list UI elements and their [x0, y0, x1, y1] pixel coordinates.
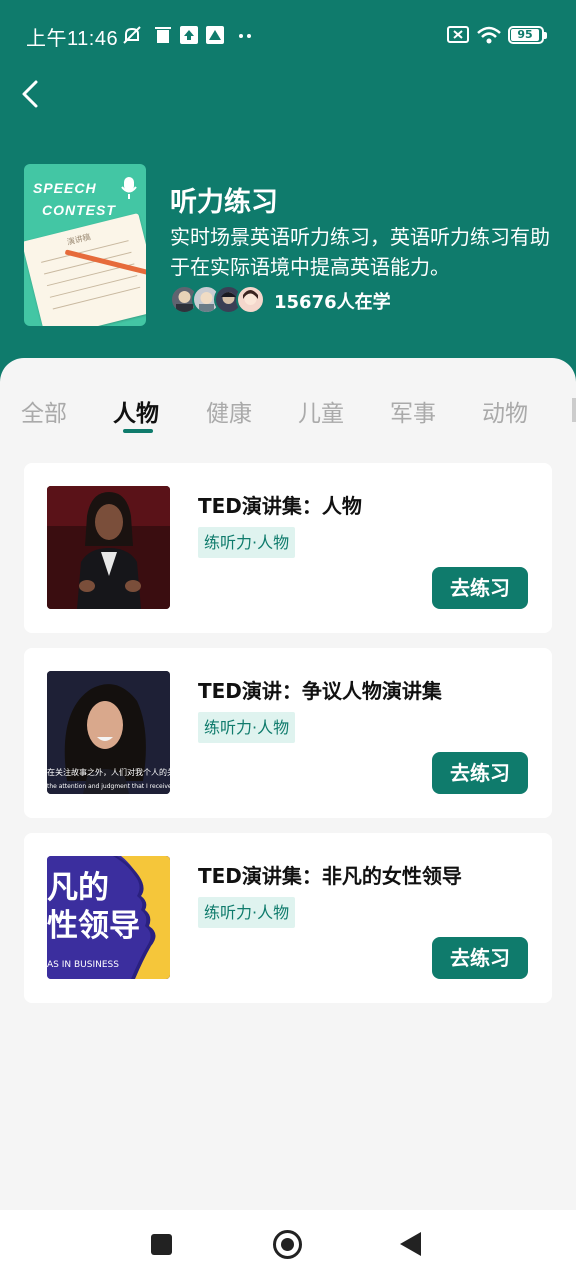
- trash-icon: [155, 27, 171, 43]
- cover-line-2: CONTEST: [42, 202, 116, 218]
- tab-children[interactable]: 儿童: [298, 394, 344, 428]
- practice-button[interactable]: 去练习: [432, 752, 528, 794]
- tab-people[interactable]: 人物: [113, 394, 159, 428]
- learner-count: 15676人在学: [274, 292, 391, 313]
- app-icon: [206, 26, 224, 44]
- practice-button[interactable]: 去练习: [432, 567, 528, 609]
- avatar: [236, 285, 265, 314]
- course-cover-image: SPEECH CONTEST 演讲稿: [24, 164, 146, 326]
- bell-muted-icon: [123, 26, 141, 44]
- thumbnail-subtitle-cn: 在关注故事之外，人们对我个人的关注: [47, 768, 170, 777]
- thumbnail-text-1: 凡的: [47, 870, 109, 906]
- course-card[interactable]: TED演讲集：人物 练听力·人物 去练习: [24, 463, 552, 633]
- thumbnail-subtitle-en: the attention and judgment that I receiv…: [47, 783, 170, 790]
- course-card-tag: 练听力·人物: [198, 897, 296, 928]
- more-dots-icon: [239, 34, 251, 38]
- practice-button[interactable]: 去练习: [432, 937, 528, 979]
- course-title: 听力练习: [170, 187, 278, 218]
- tab-next-hint: [572, 398, 576, 422]
- status-time: 上午11:46: [26, 28, 119, 50]
- tab-military[interactable]: 军事: [390, 394, 436, 428]
- course-description: 实时场景英语听力练习，英语听力练习有助于在实际语境中提高英语能力。: [170, 225, 550, 279]
- course-card[interactable]: 凡的 性领导 AS IN BUSINESS TED演讲集：非凡的女性领导 练听力…: [24, 833, 552, 1003]
- tab-health[interactable]: 健康: [206, 394, 252, 428]
- home-icon[interactable]: [273, 1230, 302, 1259]
- microphone-icon: [121, 177, 137, 199]
- tab-animals[interactable]: 动物: [482, 394, 528, 428]
- course-thumbnail: 在关注故事之外，人们对我个人的关注 the attention and judg…: [47, 671, 170, 794]
- sim-off-icon: [447, 26, 469, 43]
- course-thumbnail: [47, 486, 170, 609]
- category-tabs: 全部 人物 健康 儿童 军事 动物: [0, 358, 576, 448]
- battery-icon: 95: [508, 26, 547, 44]
- battery-level: 95: [511, 29, 539, 41]
- learner-avatars: [170, 285, 270, 315]
- back-button[interactable]: [14, 74, 50, 114]
- thumbnail-text-2: 性领导: [47, 908, 140, 944]
- tab-all[interactable]: 全部: [21, 394, 67, 428]
- course-card-tag: 练听力·人物: [198, 712, 296, 743]
- back-icon[interactable]: [400, 1232, 421, 1256]
- cover-paper-text: 演讲稿: [66, 232, 92, 247]
- cover-line-1: SPEECH: [33, 180, 97, 196]
- thumbnail-small-text: AS IN BUSINESS: [47, 960, 119, 970]
- upload-icon: [180, 26, 198, 44]
- course-card-tag: 练听力·人物: [198, 527, 296, 558]
- course-card-title: TED演讲：争议人物演讲集: [198, 679, 442, 703]
- status-bar: 上午11:46 95: [0, 0, 576, 72]
- content-panel: 全部 人物 健康 儿童 军事 动物 TED演讲集：人物 练听力·人物 去练习 在…: [0, 358, 576, 1210]
- active-tab-indicator: [123, 429, 153, 433]
- wifi-icon: [477, 26, 501, 44]
- system-nav-bar: [0, 1210, 576, 1280]
- course-card[interactable]: 在关注故事之外，人们对我个人的关注 the attention and judg…: [24, 648, 552, 818]
- course-card-title: TED演讲集：非凡的女性领导: [198, 864, 462, 888]
- recent-apps-icon[interactable]: [151, 1234, 172, 1255]
- course-thumbnail: 凡的 性领导 AS IN BUSINESS: [47, 856, 170, 979]
- course-card-title: TED演讲集：人物: [198, 494, 362, 518]
